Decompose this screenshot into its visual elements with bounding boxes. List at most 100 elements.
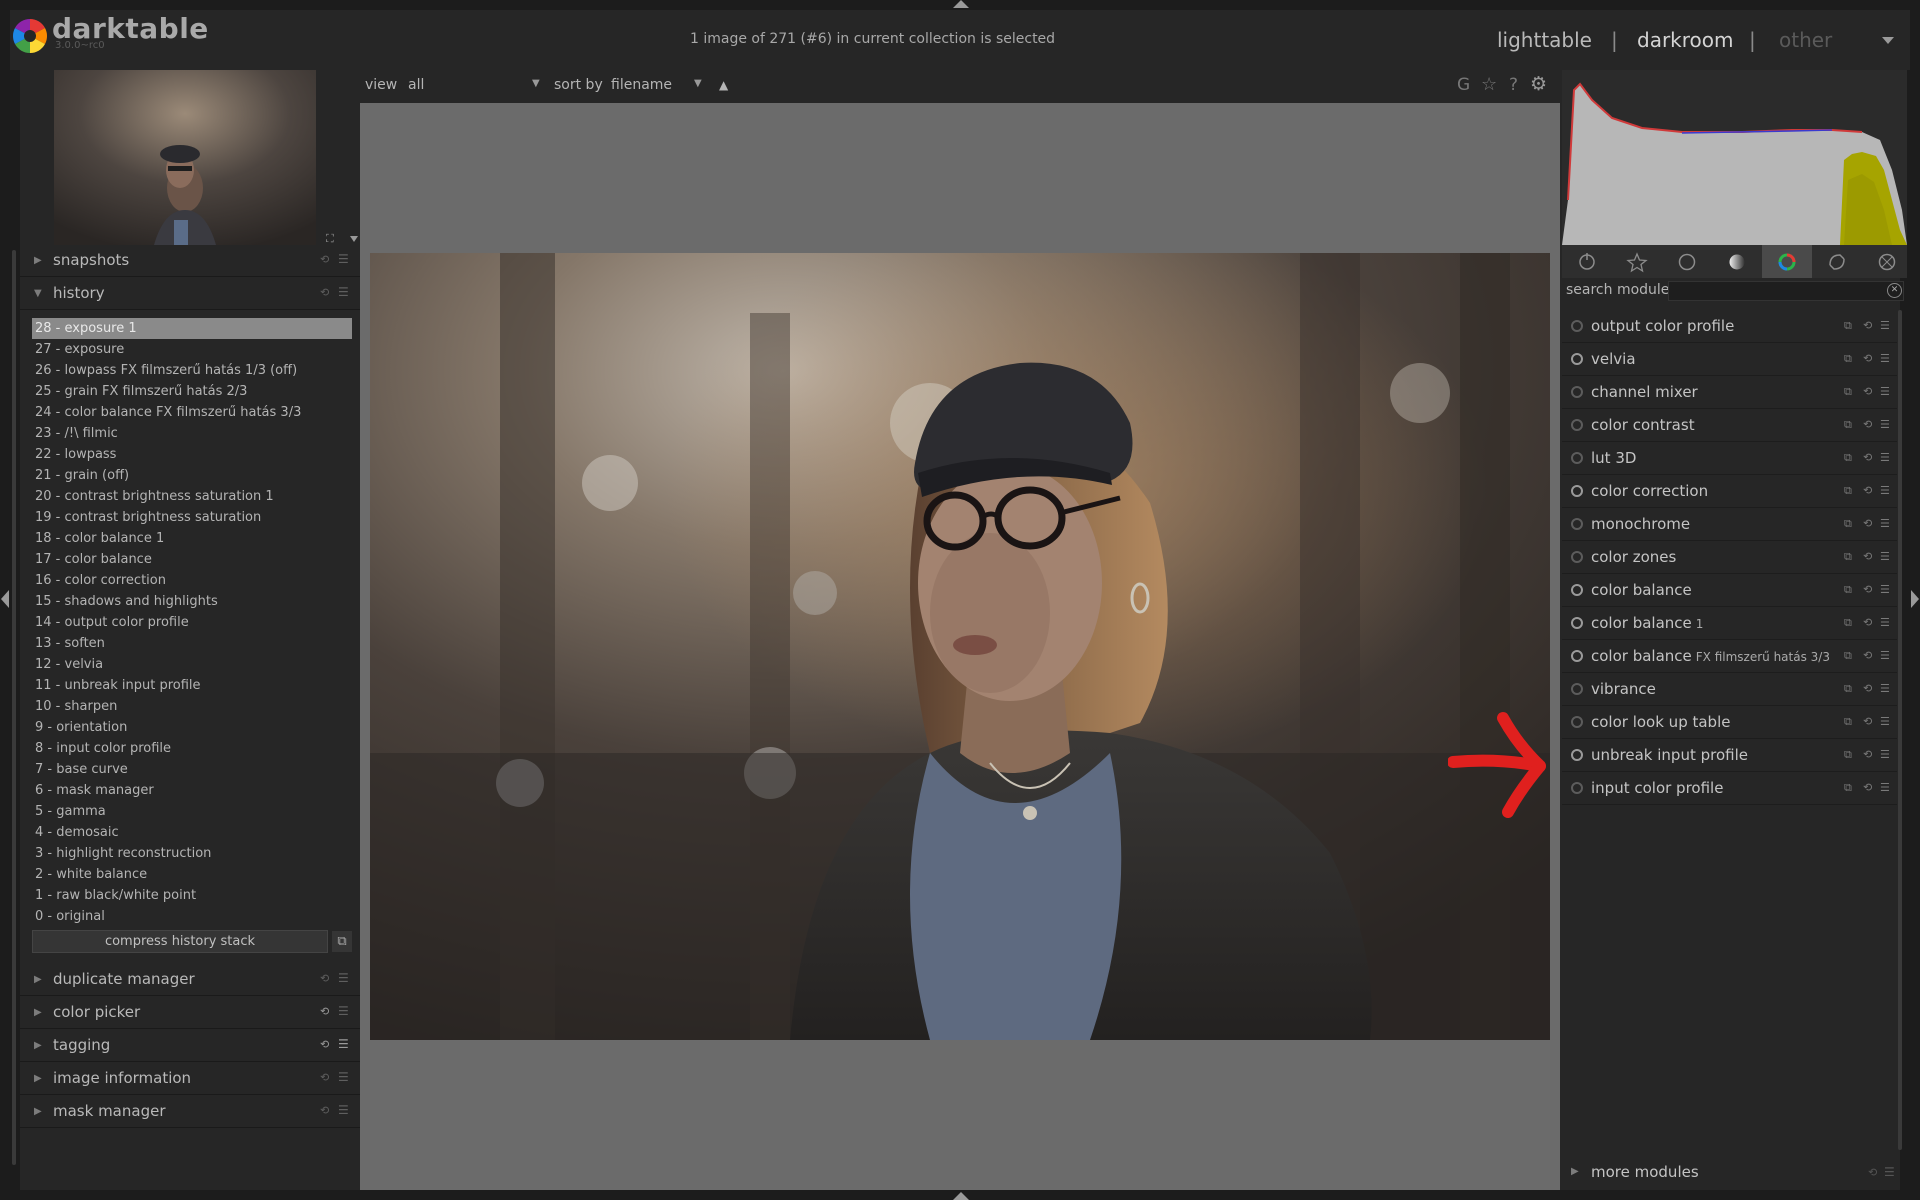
reset-icon[interactable]: ⟲ <box>1863 550 1872 563</box>
reset-icon[interactable]: ⟲ <box>1863 451 1872 464</box>
module-power-icon[interactable] <box>1571 551 1583 563</box>
multi-instance-icon[interactable]: ⧉ <box>1844 418 1852 432</box>
multi-instance-icon[interactable]: ⧉ <box>1844 352 1852 366</box>
module-mask-manager[interactable]: ▶ mask manager ⟲ ☰ <box>20 1096 360 1128</box>
reset-icon[interactable]: ⟲ <box>1863 781 1872 794</box>
history-item[interactable]: 21 - grain (off) <box>32 465 352 486</box>
module-row[interactable]: channel mixer ⧉ ⟲ ☰ <box>1562 376 1897 409</box>
presets-icon[interactable]: ☰ <box>1880 583 1890 596</box>
module-row[interactable]: velvia ⧉ ⟲ ☰ <box>1562 343 1897 376</box>
view-other[interactable]: other <box>1779 28 1832 52</box>
history-item[interactable]: 26 - lowpass FX filmszerű hatás 1/3 (off… <box>32 360 352 381</box>
module-power-icon[interactable] <box>1571 716 1583 728</box>
clear-search-icon[interactable]: ✕ <box>1887 283 1902 298</box>
presets-icon[interactable]: ☰ <box>1880 649 1890 662</box>
history-item[interactable]: 15 - shadows and highlights <box>32 591 352 612</box>
reset-icon[interactable]: ⟲ <box>320 286 329 299</box>
presets-icon[interactable]: ☰ <box>1880 319 1890 332</box>
collapse-left-arrow-icon[interactable] <box>1 590 9 608</box>
module-row[interactable]: color look up table ⧉ ⟲ ☰ <box>1562 706 1897 739</box>
sort-dropdown-icon[interactable]: ▼ <box>694 78 702 89</box>
reset-icon[interactable]: ⟲ <box>1863 715 1872 728</box>
reset-icon[interactable]: ⟲ <box>1863 484 1872 497</box>
history-item[interactable]: 25 - grain FX filmszerű hatás 2/3 <box>32 381 352 402</box>
group-tab-tone[interactable] <box>1712 245 1762 278</box>
module-duplicate-manager[interactable]: ▶ duplicate manager ⟲ ☰ <box>20 964 360 996</box>
history-item[interactable]: 14 - output color profile <box>32 612 352 633</box>
search-module-input[interactable] <box>1668 281 1904 301</box>
reset-icon[interactable]: ⟲ <box>320 1071 329 1084</box>
multi-instance-icon[interactable]: ⧉ <box>1844 649 1852 663</box>
module-power-icon[interactable] <box>1571 683 1583 695</box>
presets-icon[interactable]: ☰ <box>1880 385 1890 398</box>
reset-icon[interactable]: ⟲ <box>1863 319 1872 332</box>
presets-icon[interactable]: ☰ <box>1880 616 1890 629</box>
sort-select[interactable]: filename <box>611 77 672 93</box>
module-snapshots[interactable]: ▶ snapshots ⟲ ☰ <box>20 245 360 277</box>
module-power-icon[interactable] <box>1571 485 1583 497</box>
reset-icon[interactable]: ⟲ <box>1863 682 1872 695</box>
history-item[interactable]: 16 - color correction <box>32 570 352 591</box>
history-item[interactable]: 5 - gamma <box>32 801 352 822</box>
history-item[interactable]: 2 - white balance <box>32 864 352 885</box>
module-power-icon[interactable] <box>1571 617 1583 629</box>
history-item[interactable]: 24 - color balance FX filmszerű hatás 3/… <box>32 402 352 423</box>
copy-history-icon[interactable]: ⧉ <box>332 931 352 952</box>
history-item[interactable]: 27 - exposure <box>32 339 352 360</box>
group-tab-effect[interactable] <box>1862 245 1912 278</box>
multi-instance-icon[interactable]: ⧉ <box>1844 715 1852 729</box>
module-history[interactable]: ▼ history ⟲ ☰ <box>20 278 360 310</box>
reset-icon[interactable]: ⟲ <box>320 253 329 266</box>
navigation-dropdown-icon[interactable] <box>350 236 358 242</box>
overlay-star-icon[interactable]: ☆ <box>1481 74 1497 95</box>
reset-icon[interactable]: ⟲ <box>1863 385 1872 398</box>
history-item[interactable]: 17 - color balance <box>32 549 352 570</box>
presets-icon[interactable]: ☰ <box>338 1070 349 1084</box>
reset-icon[interactable]: ⟲ <box>320 1005 329 1018</box>
view-dropdown-icon[interactable]: ▼ <box>532 78 540 89</box>
presets-icon[interactable]: ☰ <box>1880 517 1890 530</box>
presets-icon[interactable]: ☰ <box>1884 1165 1895 1179</box>
multi-instance-icon[interactable]: ⧉ <box>1844 550 1852 564</box>
presets-icon[interactable]: ☰ <box>338 1103 349 1117</box>
module-row[interactable]: unbreak input profile ⧉ ⟲ ☰ <box>1562 739 1897 772</box>
module-power-icon[interactable] <box>1571 353 1583 365</box>
history-item[interactable]: 23 - /!\ filmic <box>32 423 352 444</box>
module-power-icon[interactable] <box>1571 650 1583 662</box>
presets-icon[interactable]: ☰ <box>338 971 349 985</box>
history-item[interactable]: 1 - raw black/white point <box>32 885 352 906</box>
group-tab-favorites[interactable] <box>1612 245 1662 278</box>
collapse-bottom-arrow-icon[interactable] <box>953 1192 969 1200</box>
history-item[interactable]: 11 - unbreak input profile <box>32 675 352 696</box>
reset-icon[interactable]: ⟲ <box>1868 1166 1877 1179</box>
grouping-button[interactable]: G <box>1457 75 1470 95</box>
module-row[interactable]: color correction ⧉ ⟲ ☰ <box>1562 475 1897 508</box>
multi-instance-icon[interactable]: ⧉ <box>1844 616 1852 630</box>
collapse-right-arrow-icon[interactable] <box>1911 590 1919 608</box>
reset-icon[interactable]: ⟲ <box>320 1104 329 1117</box>
history-item[interactable]: 7 - base curve <box>32 759 352 780</box>
module-power-icon[interactable] <box>1571 518 1583 530</box>
presets-icon[interactable]: ☰ <box>1880 550 1890 563</box>
module-row[interactable]: monochrome ⧉ ⟲ ☰ <box>1562 508 1897 541</box>
group-tab-color[interactable] <box>1762 245 1812 278</box>
module-image-information[interactable]: ▶ image information ⟲ ☰ <box>20 1063 360 1095</box>
view-lighttable[interactable]: lighttable <box>1497 28 1592 52</box>
group-tab-active[interactable] <box>1562 245 1612 278</box>
multi-instance-icon[interactable]: ⧉ <box>1844 748 1852 762</box>
reset-icon[interactable]: ⟲ <box>320 1038 329 1051</box>
compress-history-button[interactable]: compress history stack <box>32 930 328 953</box>
module-power-icon[interactable] <box>1571 386 1583 398</box>
reset-icon[interactable]: ⟲ <box>1863 649 1872 662</box>
view-select[interactable]: all <box>408 77 424 93</box>
module-power-icon[interactable] <box>1571 419 1583 431</box>
other-views-dropdown-icon[interactable] <box>1882 37 1894 44</box>
presets-icon[interactable]: ☰ <box>338 1037 349 1051</box>
presets-icon[interactable]: ☰ <box>1880 484 1890 497</box>
module-power-icon[interactable] <box>1571 320 1583 332</box>
histogram[interactable] <box>1562 70 1907 245</box>
presets-icon[interactable]: ☰ <box>1880 781 1890 794</box>
group-tab-correct[interactable] <box>1812 245 1862 278</box>
history-item[interactable]: 19 - contrast brightness saturation <box>32 507 352 528</box>
presets-icon[interactable]: ☰ <box>1880 715 1890 728</box>
